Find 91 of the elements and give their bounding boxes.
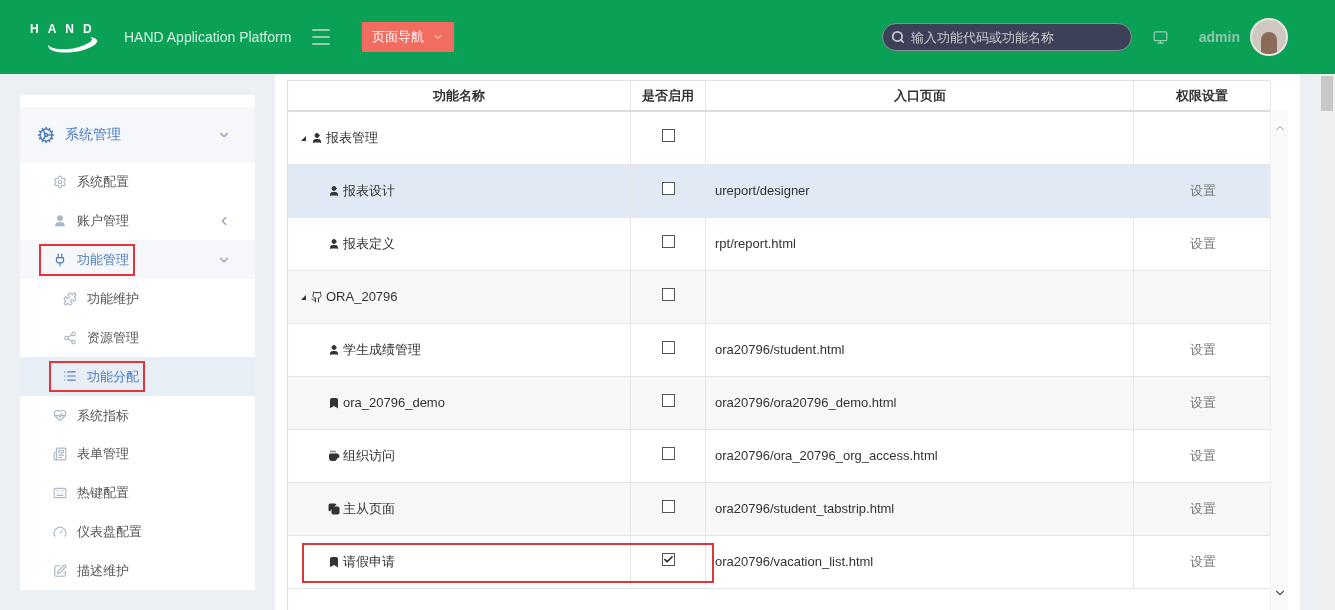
- search-icon: [890, 30, 905, 44]
- settings-link[interactable]: 设置: [1189, 393, 1216, 413]
- table-row[interactable]: ora_20796_demo ora20796/ora20796_demo.html 设置: [288, 377, 1270, 430]
- cat-icon: [311, 291, 323, 303]
- sidebar-label: 功能维护: [87, 289, 139, 308]
- function-name: 学生成绩管理: [343, 341, 421, 360]
- function-name: 主从页面: [343, 500, 395, 519]
- function-name: ora_20796_demo: [343, 394, 445, 413]
- column-header[interactable]: 是否启用: [642, 85, 694, 106]
- user-icon: [311, 132, 323, 144]
- user-icon: [53, 214, 67, 229]
- table-row[interactable]: 报表设计 ureport/designer 设置: [288, 165, 1270, 218]
- enabled-checkbox[interactable]: [661, 129, 675, 142]
- search-field[interactable]: 输入功能代码或功能名称: [881, 23, 1132, 51]
- sidebar-item[interactable]: 系统管理: [20, 107, 255, 163]
- bookmark-icon: [328, 556, 340, 568]
- settings-link[interactable]: 设置: [1189, 340, 1216, 360]
- settings-link[interactable]: 设置: [1189, 499, 1216, 519]
- function-name: 报表设计: [343, 182, 395, 201]
- expand-triangle-icon[interactable]: [301, 294, 306, 300]
- settings-link[interactable]: 设置: [1189, 234, 1216, 254]
- list-icon: [63, 369, 77, 384]
- function-name: 请假申请: [343, 553, 395, 572]
- column-header[interactable]: 功能名称: [433, 85, 485, 106]
- function-name: 组织访问: [343, 447, 395, 466]
- enabled-checkbox[interactable]: [661, 288, 675, 301]
- user-icon: [328, 344, 340, 356]
- entry-page: ora20796/ora20796_demo.html: [715, 394, 897, 413]
- gears-icon: [37, 125, 55, 144]
- column-header[interactable]: 入口页面: [893, 85, 946, 106]
- keyboard-icon: [53, 485, 67, 500]
- enabled-checkbox[interactable]: [661, 447, 675, 460]
- gauge-icon: [53, 524, 67, 539]
- table-row[interactable]: 组织访问 ora20796/ora_20796_org_access.html 设置: [288, 430, 1270, 483]
- table-row[interactable]: 报表管理: [288, 112, 1270, 165]
- entry-page: ora20796/vacation_list.html: [715, 553, 874, 572]
- heartbeat-icon: [53, 408, 67, 423]
- sidebar-label: 系统指标: [77, 406, 129, 425]
- table-row[interactable]: 报表定义 rpt/report.html 设置: [288, 218, 1270, 271]
- column-header[interactable]: 权限设置: [1176, 85, 1228, 106]
- entry-page: ureport/designer: [715, 182, 810, 201]
- function-name: 报表管理: [326, 129, 378, 148]
- enabled-checkbox[interactable]: [661, 553, 675, 566]
- enabled-checkbox[interactable]: [661, 235, 675, 248]
- enabled-checkbox[interactable]: [661, 341, 675, 354]
- gear-icon: [53, 175, 67, 190]
- table-scrollbar[interactable]: [1270, 111, 1288, 610]
- sidebar-label: 账户管理: [77, 212, 129, 231]
- settings-link[interactable]: 设置: [1189, 446, 1216, 466]
- sidebar-label: 功能管理: [77, 251, 129, 270]
- settings-link[interactable]: 设置: [1189, 181, 1216, 201]
- user-icon: [328, 185, 340, 197]
- sidebar-item[interactable]: 功能管理: [20, 240, 255, 280]
- sidebar-label: 热键配置: [77, 484, 129, 503]
- enabled-checkbox[interactable]: [661, 182, 675, 195]
- table-row[interactable]: ORA_20796: [288, 271, 1270, 324]
- table-row[interactable]: 请假申请 ora20796/vacation_list.html 设置: [288, 536, 1270, 589]
- user-icon: [328, 238, 340, 250]
- sidebar-label: 仪表盘配置: [77, 523, 142, 542]
- function-name: ORA_20796: [326, 288, 398, 307]
- sidebar-item[interactable]: 功能分配: [20, 357, 255, 396]
- user-avatar[interactable]: [1250, 18, 1288, 56]
- entry-page: ora20796/student.html: [715, 341, 845, 360]
- entry-page: ora20796/ora_20796_org_access.html: [715, 447, 938, 466]
- entry-page: rpt/report.html: [715, 235, 796, 254]
- logo-text: HAND: [30, 21, 101, 36]
- bookmark-icon: [328, 397, 340, 409]
- share-icon: [63, 330, 77, 345]
- enabled-checkbox[interactable]: [661, 394, 675, 407]
- edit-icon: [53, 563, 67, 578]
- sidebar-label: 系统配置: [77, 173, 129, 192]
- expand-triangle-icon[interactable]: [301, 135, 306, 141]
- entry-page: ora20796/student_tabstrip.html: [715, 500, 895, 519]
- copy-icon: [328, 503, 340, 515]
- page-scrollbar[interactable]: [1318, 74, 1335, 610]
- sidebar-label: 系统管理: [65, 125, 121, 145]
- app-title: HAND Application Platform: [124, 27, 292, 47]
- check-icon: [662, 554, 674, 565]
- cup-icon: [328, 450, 340, 462]
- card-icon: [53, 447, 67, 462]
- sidebar-label: 描述维护: [77, 561, 129, 580]
- table-row[interactable]: 学生成绩管理 ora20796/student.html 设置: [288, 324, 1270, 377]
- enabled-checkbox[interactable]: [661, 500, 675, 513]
- sidebar-label: 功能分配: [87, 367, 139, 386]
- puzzle-icon: [63, 291, 77, 306]
- settings-link[interactable]: 设置: [1189, 552, 1216, 572]
- table-row[interactable]: 主从页面 ora20796/student_tabstrip.html 设置: [288, 483, 1270, 536]
- sidebar-label: 资源管理: [87, 328, 139, 347]
- plug-icon: [53, 252, 67, 267]
- sidebar-label: 表单管理: [77, 445, 129, 464]
- function-name: 报表定义: [343, 235, 395, 254]
